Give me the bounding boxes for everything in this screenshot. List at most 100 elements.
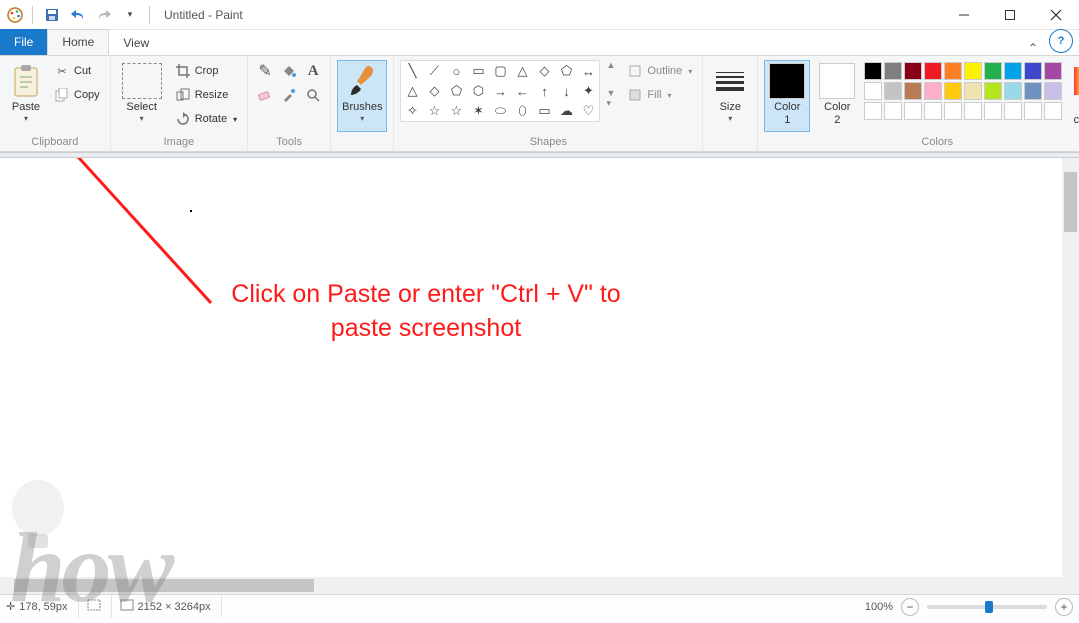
select-icon <box>122 63 162 99</box>
horizontal-scrollbar[interactable] <box>0 577 1062 594</box>
color-palette[interactable] <box>864 62 1062 120</box>
color-swatch[interactable] <box>964 82 982 100</box>
vertical-scrollbar[interactable] <box>1062 158 1079 594</box>
undo-icon[interactable] <box>67 4 89 26</box>
paint-app-icon <box>6 6 24 24</box>
color-swatch[interactable] <box>904 102 922 120</box>
redo-icon[interactable] <box>93 4 115 26</box>
color2-button[interactable]: Color 2 <box>814 60 860 132</box>
chevron-down-icon: ▾ <box>24 114 28 123</box>
quick-access-toolbar: ▾ <box>0 4 154 26</box>
canvas[interactable]: Click on Paste or enter "Ctrl + V" to pa… <box>6 158 1056 594</box>
select-button[interactable]: Select ▾ <box>117 60 167 132</box>
annotation-text: Click on Paste or enter "Ctrl + V" to pa… <box>191 278 661 346</box>
color-swatch[interactable] <box>924 62 942 80</box>
resize-button[interactable]: Resize <box>171 84 241 106</box>
tab-file[interactable]: File <box>0 29 47 55</box>
paste-button[interactable]: Paste ▾ <box>6 60 46 132</box>
color-swatch[interactable] <box>884 82 902 100</box>
color-swatch[interactable] <box>984 102 1002 120</box>
color-swatch[interactable] <box>1044 102 1062 120</box>
color-swatch[interactable] <box>1024 62 1042 80</box>
rotate-button[interactable]: Rotate▾ <box>171 108 241 130</box>
chevron-down-icon: ▾ <box>360 114 364 123</box>
cut-button[interactable]: ✂Cut <box>50 60 104 82</box>
fill-tool[interactable] <box>278 60 300 82</box>
group-brushes: Brushes ▾ . <box>331 56 394 151</box>
outline-button[interactable]: Outline▾ <box>623 60 696 82</box>
collapse-ribbon-icon[interactable]: ⌃ <box>1019 41 1047 55</box>
group-shapes: ╲⟋○▭▢△◇⬠↔ △◇⬠⬡→←↑↓✦ ✧☆☆✶⬭⬯▭☁♡ ▲ ▼ ▾ Outl… <box>394 56 703 151</box>
tab-home[interactable]: Home <box>47 29 109 55</box>
zoom-out-button[interactable]: − <box>901 598 919 616</box>
color2-swatch <box>819 63 855 99</box>
group-clipboard: Paste ▾ ✂Cut Copy Clipboard <box>0 56 111 151</box>
crop-button[interactable]: Crop <box>171 60 241 82</box>
color-swatch[interactable] <box>864 62 882 80</box>
pencil-tool[interactable]: ✎ <box>254 60 276 82</box>
group-tools: ✎ A Tools <box>248 56 331 151</box>
magnifier-tool[interactable] <box>302 84 324 106</box>
color-swatch[interactable] <box>1004 62 1022 80</box>
color-swatch[interactable] <box>924 82 942 100</box>
paste-label: Paste <box>12 101 40 114</box>
qat-customize-icon[interactable]: ▾ <box>119 4 141 26</box>
color-swatch[interactable] <box>1004 82 1022 100</box>
color1-swatch <box>769 63 805 99</box>
edit-colors-button[interactable]: Edit colors <box>1066 60 1079 132</box>
color-swatch[interactable] <box>984 82 1002 100</box>
maximize-button[interactable] <box>987 0 1033 29</box>
fill-button[interactable]: Fill▾ <box>623 84 696 106</box>
save-icon[interactable] <box>41 4 63 26</box>
color1-button[interactable]: Color 1 <box>764 60 810 132</box>
window-title: Untitled - Paint <box>164 8 243 22</box>
tab-view[interactable]: View <box>109 31 163 55</box>
minimize-button[interactable] <box>941 0 987 29</box>
color-swatch[interactable] <box>1024 82 1042 100</box>
group-image: Select ▾ Crop Resize Rotate▾ Image <box>111 56 248 151</box>
help-icon[interactable]: ? <box>1049 29 1073 53</box>
cursor-position: ✛ 178, 59px <box>6 595 79 618</box>
color-swatch[interactable] <box>1044 82 1062 100</box>
color-swatch[interactable] <box>984 62 1002 80</box>
color-swatch[interactable] <box>1044 62 1062 80</box>
zoom-slider[interactable] <box>927 605 1047 609</box>
color-swatch[interactable] <box>944 82 962 100</box>
brushes-button[interactable]: Brushes ▾ <box>337 60 387 132</box>
color-swatch[interactable] <box>964 102 982 120</box>
ribbon-tabs: File Home View ⌃ ? <box>0 30 1079 56</box>
color-swatch[interactable] <box>884 62 902 80</box>
copy-icon <box>54 87 70 103</box>
scissors-icon: ✂ <box>54 63 70 79</box>
close-button[interactable] <box>1033 0 1079 29</box>
zoom-in-button[interactable]: + <box>1055 598 1073 616</box>
zoom-value: 100% <box>865 601 893 613</box>
clipboard-icon <box>12 63 40 99</box>
shapes-gallery[interactable]: ╲⟋○▭▢△◇⬠↔ △◇⬠⬡→←↑↓✦ ✧☆☆✶⬭⬯▭☁♡ <box>400 60 600 122</box>
color-swatch[interactable] <box>1004 102 1022 120</box>
group-colors: Color 1 Color 2 Edit colors Colors <box>758 56 1079 151</box>
color-swatch[interactable] <box>884 102 902 120</box>
crosshair-icon: ✛ <box>6 600 15 613</box>
copy-button[interactable]: Copy <box>50 84 104 106</box>
color-swatch[interactable] <box>904 82 922 100</box>
text-tool[interactable]: A <box>302 60 324 82</box>
size-button[interactable]: Size ▾ <box>709 60 751 132</box>
color-swatch[interactable] <box>904 62 922 80</box>
color-swatch[interactable] <box>944 102 962 120</box>
canvas-size-icon <box>120 599 134 614</box>
color-swatch[interactable] <box>944 62 962 80</box>
canvas-size: 2152 × 3264px <box>120 595 222 618</box>
color-swatch[interactable] <box>964 62 982 80</box>
eraser-tool[interactable] <box>254 84 276 106</box>
shapes-scroll-up[interactable]: ▲ <box>606 60 615 70</box>
color-swatch[interactable] <box>864 102 882 120</box>
color-swatch[interactable] <box>1024 102 1042 120</box>
color-swatch[interactable] <box>924 102 942 120</box>
color-swatch[interactable] <box>864 82 882 100</box>
color-picker-tool[interactable] <box>278 84 300 106</box>
shapes-expand[interactable]: ▾ <box>606 98 615 109</box>
rotate-icon <box>175 111 191 127</box>
shapes-scroll-down[interactable]: ▼ <box>606 88 615 98</box>
crop-icon <box>175 63 191 79</box>
